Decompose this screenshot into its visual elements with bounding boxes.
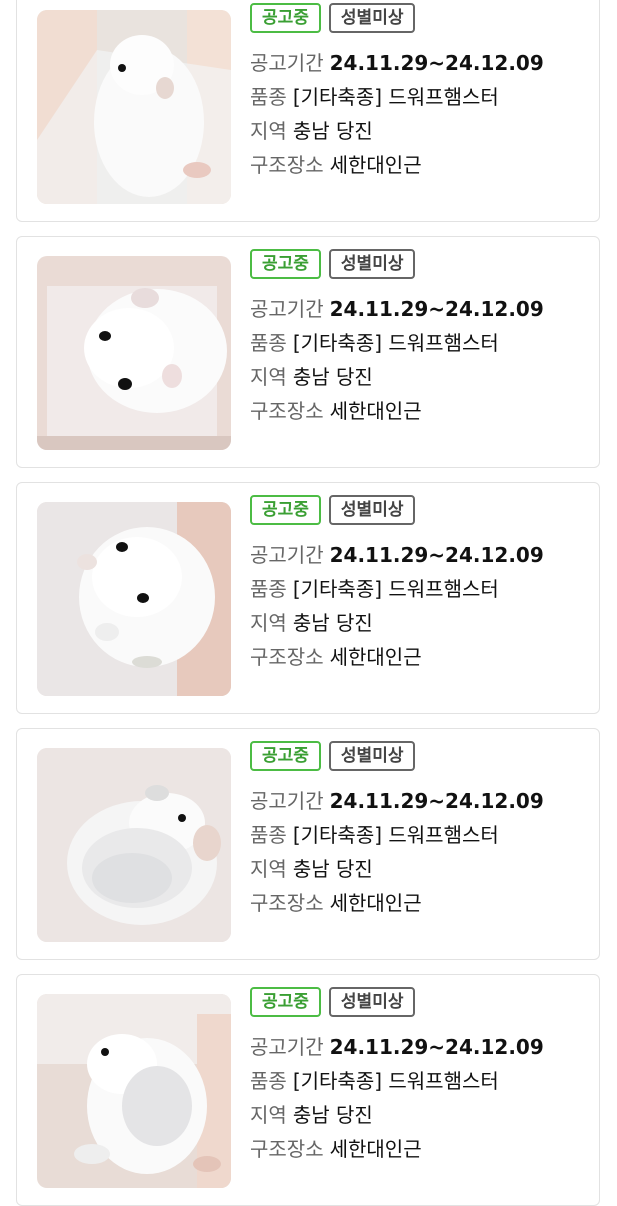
region-row: 지역 충남 당진 [250,114,595,148]
period-value: 24.11.29~24.12.09 [329,1035,544,1059]
period-row: 공고기간 24.11.29~24.12.09 [250,784,595,818]
breed-row: 품종 [기타축종] 드워프햄스터 [250,818,595,852]
sex-badge: 성별미상 [328,495,416,525]
period-label: 공고기간 [250,543,324,567]
place-label: 구조장소 [250,153,324,177]
animal-card[interactable]: 공고중 성별미상 공고기간 24.11.29~24.12.09 품종 [기타축종] … [16,974,600,1206]
region-row: 지역 충남 당진 [250,1098,595,1132]
breed-value: [기타축종] 드워프햄스터 [292,1069,499,1093]
status-badge: 공고중 [250,987,321,1017]
card-info: 공고기간 24.11.29~24.12.09 품종 [기타축종] 드워프햄스터 지역… [250,784,595,920]
sex-badge: 성별미상 [328,249,416,279]
region-label: 지역 [250,119,287,143]
place-row: 구조장소 세한대인근 [250,886,595,920]
card-info: 공고기간 24.11.29~24.12.09 품종 [기타축종] 드워프햄스터 지역… [250,538,595,674]
region-row: 지역 충남 당진 [250,852,595,886]
animal-card[interactable]: 공고중 성별미상 공고기간 24.11.29~24.12.09 품종 [기타축종] … [16,0,600,222]
sex-badge: 성별미상 [328,3,416,33]
place-value: 세한대인근 [329,1137,422,1161]
region-value: 충남 당진 [292,1103,373,1127]
region-value: 충남 당진 [292,611,373,635]
card-info: 공고기간 24.11.29~24.12.09 품종 [기타축종] 드워프햄스터 지역… [250,292,595,428]
card-info: 공고기간 24.11.29~24.12.09 품종 [기타축종] 드워프햄스터 지역… [250,1030,595,1166]
place-label: 구조장소 [250,399,324,423]
period-value: 24.11.29~24.12.09 [329,297,544,321]
region-value: 충남 당진 [292,857,373,881]
breed-label: 품종 [250,331,287,355]
region-row: 지역 충남 당진 [250,606,595,640]
breed-value: [기타축종] 드워프햄스터 [292,823,499,847]
period-value: 24.11.29~24.12.09 [329,51,544,75]
period-label: 공고기간 [250,1035,324,1059]
breed-row: 품종 [기타축종] 드워프햄스터 [250,572,595,606]
period-label: 공고기간 [250,789,324,813]
animal-card[interactable]: 공고중 성별미상 공고기간 24.11.29~24.12.09 품종 [기타축종] … [16,236,600,468]
breed-label: 품종 [250,823,287,847]
period-row: 공고기간 24.11.29~24.12.09 [250,1030,595,1064]
place-value: 세한대인근 [329,399,422,423]
place-label: 구조장소 [250,1137,324,1161]
place-row: 구조장소 세한대인근 [250,148,595,182]
place-row: 구조장소 세한대인근 [250,640,595,674]
breed-row: 품종 [기타축종] 드워프햄스터 [250,1064,595,1098]
status-badge: 공고중 [250,495,321,525]
region-row: 지역 충남 당진 [250,360,595,394]
sex-badge: 성별미상 [328,987,416,1017]
place-value: 세한대인근 [329,891,422,915]
hamster-photo[interactable] [37,256,231,450]
place-row: 구조장소 세한대인근 [250,1132,595,1166]
place-value: 세한대인근 [329,153,422,177]
period-value: 24.11.29~24.12.09 [329,543,544,567]
region-value: 충남 당진 [292,119,373,143]
region-label: 지역 [250,857,287,881]
status-badge: 공고중 [250,3,321,33]
place-row: 구조장소 세한대인근 [250,394,595,428]
period-value: 24.11.29~24.12.09 [329,789,544,813]
place-value: 세한대인근 [329,645,422,669]
place-label: 구조장소 [250,645,324,669]
region-value: 충남 당진 [292,365,373,389]
region-label: 지역 [250,365,287,389]
sex-badge: 성별미상 [328,741,416,771]
breed-label: 품종 [250,85,287,109]
hamster-photo[interactable] [37,994,231,1188]
breed-value: [기타축종] 드워프햄스터 [292,85,499,109]
breed-label: 품종 [250,577,287,601]
period-row: 공고기간 24.11.29~24.12.09 [250,46,595,80]
region-label: 지역 [250,611,287,635]
region-label: 지역 [250,1103,287,1127]
animal-card[interactable]: 공고중 성별미상 공고기간 24.11.29~24.12.09 품종 [기타축종] … [16,728,600,960]
animal-notice-list: 공고중 성별미상 공고기간 24.11.29~24.12.09 품종 [기타축종] … [0,0,617,1206]
period-label: 공고기간 [250,297,324,321]
period-row: 공고기간 24.11.29~24.12.09 [250,292,595,326]
period-row: 공고기간 24.11.29~24.12.09 [250,538,595,572]
animal-card[interactable]: 공고중 성별미상 공고기간 24.11.29~24.12.09 품종 [기타축종] … [16,482,600,714]
hamster-photo[interactable] [37,748,231,942]
status-badge: 공고중 [250,249,321,279]
period-label: 공고기간 [250,51,324,75]
hamster-photo[interactable] [37,502,231,696]
status-badge: 공고중 [250,741,321,771]
place-label: 구조장소 [250,891,324,915]
breed-value: [기타축종] 드워프햄스터 [292,577,499,601]
breed-row: 품종 [기타축종] 드워프햄스터 [250,80,595,114]
breed-row: 품종 [기타축종] 드워프햄스터 [250,326,595,360]
card-info: 공고기간 24.11.29~24.12.09 품종 [기타축종] 드워프햄스터 지역… [250,46,595,182]
breed-value: [기타축종] 드워프햄스터 [292,331,499,355]
breed-label: 품종 [250,1069,287,1093]
hamster-photo[interactable] [37,10,231,204]
